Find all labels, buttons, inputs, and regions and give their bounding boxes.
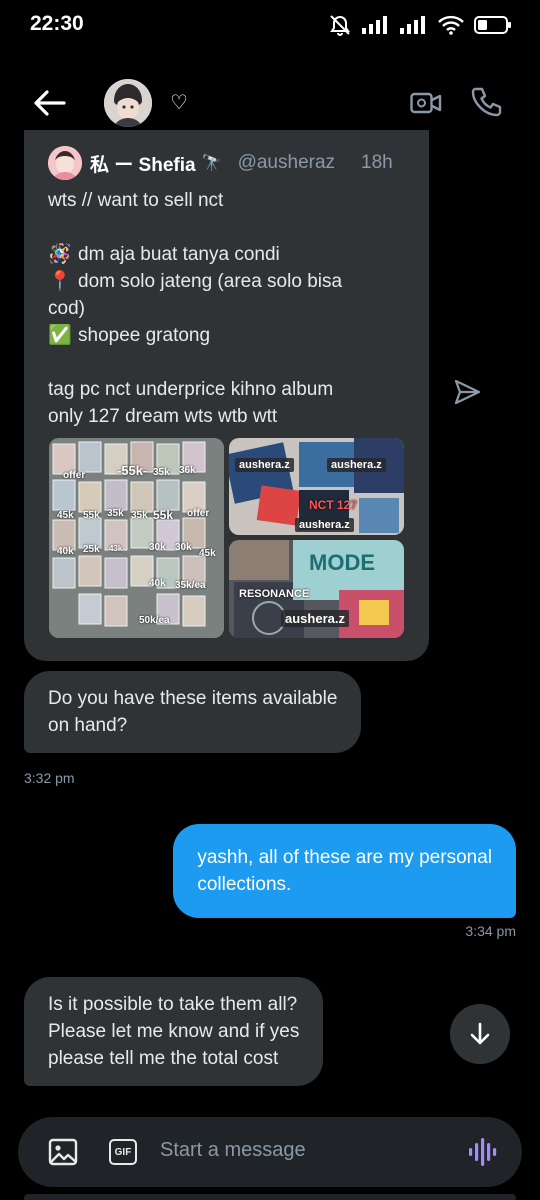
tweet-author-handle: @ausheraz bbox=[237, 152, 336, 173]
status-icons bbox=[328, 14, 512, 36]
contact-name[interactable]: ♡ bbox=[170, 90, 188, 115]
price-tag: 55k bbox=[153, 508, 174, 522]
avatar-image bbox=[104, 79, 152, 127]
watermark: aushera.z bbox=[327, 458, 386, 472]
tweet-blank-line-2 bbox=[48, 349, 410, 376]
pinata-emoji: 🪅 bbox=[48, 244, 72, 265]
tweet-line-5: ✅ shopee gratong bbox=[48, 322, 410, 349]
tweet-author-name: 私 ー Shefia bbox=[90, 154, 196, 176]
price-tag: 40k bbox=[57, 546, 74, 557]
gif-button[interactable]: GIF bbox=[109, 1139, 137, 1165]
price-tag: 35k bbox=[131, 510, 148, 521]
message-input[interactable]: Start a message bbox=[160, 1139, 306, 1162]
status-bar: 22:30 bbox=[0, 0, 540, 52]
image-icon[interactable] bbox=[48, 1138, 78, 1166]
price-tag: offer bbox=[63, 470, 86, 481]
price-tag: 36k bbox=[179, 465, 196, 476]
tweet-line-7: only 127 dream wts wtb wtt bbox=[48, 406, 278, 427]
status-time: 22:30 bbox=[30, 12, 84, 35]
tweet-line-3-text: dom solo jateng (area solo bisa bbox=[78, 271, 343, 292]
conversation-header: ♡ bbox=[0, 70, 540, 136]
album-cover-text: MODE bbox=[309, 550, 375, 575]
message-line: please tell me the total cost bbox=[48, 1048, 279, 1069]
price-tag: 40k bbox=[149, 578, 166, 589]
watermark: aushera.z bbox=[235, 458, 294, 472]
check-emoji: ✅ bbox=[48, 325, 72, 346]
message-line: Do you have these items available bbox=[48, 688, 338, 709]
album-cover-text: RESONANCE bbox=[239, 588, 310, 600]
albums-image-2[interactable]: RESONANCE MODE aushera.z bbox=[229, 540, 404, 638]
received-message[interactable]: Is it possible to take them all? Please … bbox=[24, 977, 324, 1086]
price-tag: 43k bbox=[109, 544, 123, 553]
video-call-icon[interactable] bbox=[410, 88, 442, 118]
price-tag: 45k bbox=[199, 548, 216, 559]
price-tag: 50k/ea bbox=[139, 615, 170, 626]
tweet-timestamp: 18h bbox=[361, 152, 393, 173]
message-timestamp: 3:32 pm bbox=[24, 770, 75, 786]
silent-mode-icon bbox=[330, 15, 350, 36]
watermark: aushera.z bbox=[281, 610, 349, 627]
price-tag: 25k bbox=[83, 544, 100, 555]
price-tag: 30k bbox=[175, 542, 192, 553]
pin-emoji: 📍 bbox=[48, 271, 72, 292]
wifi-icon bbox=[438, 15, 464, 35]
price-tag: 35k bbox=[107, 508, 124, 519]
tweet-line-6: tag pc nct underprice kihno album bbox=[48, 379, 334, 400]
tweet-text: wts // want to sell nct 🪅 dm aja buat tan… bbox=[48, 187, 410, 430]
shared-tweet-card[interactable]: 私 ー Shefia 🔭 @ausheraz 18h wts // want t… bbox=[24, 130, 429, 661]
price-tag: 35k/ea bbox=[175, 580, 206, 591]
price-tag: -55k- bbox=[117, 463, 148, 478]
message-line: yashh, all of these are my personal bbox=[197, 847, 492, 868]
tweet-author-row: 私 ー Shefia 🔭 @ausheraz 18h bbox=[48, 146, 393, 180]
bottom-strip bbox=[24, 1194, 516, 1200]
share-tweet-icon[interactable] bbox=[452, 378, 482, 406]
albums-image-1[interactable]: aushera.z aushera.z aushera.z NCT 127 bbox=[229, 438, 404, 535]
price-tag: 30k bbox=[149, 542, 166, 553]
back-arrow-icon[interactable] bbox=[30, 86, 70, 120]
tweet-line-2-text: dm aja buat tanya condi bbox=[78, 244, 280, 265]
message-composer: GIF Start a message bbox=[18, 1117, 522, 1187]
tweet-line-5-text: shopee gratong bbox=[78, 325, 211, 346]
tweet-line-2: 🪅 dm aja buat tanya condi bbox=[48, 241, 410, 268]
message-timestamp: 3:34 pm bbox=[465, 923, 516, 939]
contact-avatar[interactable] bbox=[104, 79, 152, 127]
watermark: aushera.z bbox=[295, 518, 354, 532]
telescope-emoji: 🔭 bbox=[201, 155, 222, 172]
price-tag: 35k bbox=[153, 467, 170, 478]
tweet-line-3: 📍 dom solo jateng (area solo bisa bbox=[48, 268, 410, 295]
price-tag: offer bbox=[187, 508, 210, 519]
tweet-line-4: cod) bbox=[48, 298, 85, 319]
arrow-down-icon bbox=[470, 1022, 490, 1045]
tweet-media-grid: -55k- 35k 36k offer 45k 55k 35k 35k 55k … bbox=[49, 438, 404, 638]
signal-icon-1 bbox=[362, 16, 387, 34]
received-message[interactable]: Do you have these items available on han… bbox=[24, 671, 362, 753]
album-cover-text: NCT 127 bbox=[309, 498, 358, 512]
photocards-image[interactable]: -55k- 35k 36k offer 45k 55k 35k 35k 55k … bbox=[49, 438, 224, 638]
tweet-line-1: wts // want to sell nct bbox=[48, 190, 224, 211]
scroll-to-bottom-button[interactable] bbox=[450, 1004, 510, 1064]
tweet-author-avatar bbox=[48, 146, 82, 180]
signal-icon-2 bbox=[400, 16, 425, 34]
voice-message-icon[interactable] bbox=[468, 1137, 500, 1167]
sent-message[interactable]: yashh, all of these are my personal coll… bbox=[173, 824, 516, 918]
phone-call-icon[interactable] bbox=[470, 86, 502, 118]
message-line: on hand? bbox=[48, 715, 128, 736]
message-line: Is it possible to take them all? bbox=[48, 994, 298, 1015]
message-line: collections. bbox=[197, 874, 292, 895]
battery-icon bbox=[474, 16, 511, 34]
price-tag: 55k bbox=[83, 510, 100, 521]
message-line: Please let me know and if yes bbox=[48, 1021, 300, 1042]
price-tag: 45k bbox=[57, 510, 74, 521]
